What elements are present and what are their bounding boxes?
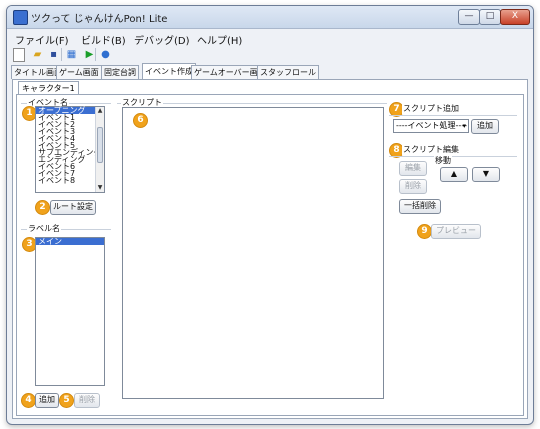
- badge-6: 6: [133, 113, 148, 128]
- scroll-up-icon[interactable]: ▲: [96, 107, 104, 115]
- script-add-label: スクリプト追加: [402, 103, 460, 114]
- title-bar: ツクって じゃんけんPon! Lite — □ X: [7, 6, 533, 29]
- chevron-down-icon: ▾: [462, 122, 466, 130]
- tab-event-create[interactable]: イベント作成: [142, 63, 196, 80]
- app-window: ツクって じゃんけんPon! Lite — □ X ファイル(F) ビルド(B)…: [6, 5, 534, 425]
- tab-staff-roll[interactable]: スタッフロール: [257, 65, 319, 79]
- script-edit-button[interactable]: 編集: [399, 161, 427, 176]
- label-item[interactable]: メイン: [36, 238, 104, 246]
- clear-all-button[interactable]: 一括削除: [399, 199, 441, 214]
- toolbar-separator: [61, 48, 62, 61]
- menu-debug[interactable]: デバッグ(D): [134, 32, 190, 47]
- save-icon[interactable]: ▪: [47, 48, 60, 61]
- move-label: 移動: [434, 155, 452, 166]
- group-line: [389, 156, 517, 157]
- label-delete-button[interactable]: 削除: [74, 393, 100, 408]
- script-delete-button[interactable]: 削除: [399, 179, 427, 194]
- script-edit-label: スクリプト編集: [402, 144, 460, 155]
- minimize-button[interactable]: —: [458, 9, 480, 25]
- tab-character-1[interactable]: キャラクター1: [18, 81, 79, 95]
- script-area[interactable]: 6: [122, 107, 384, 399]
- event-item[interactable]: イベント8: [36, 177, 104, 185]
- label-listbox[interactable]: メイン: [35, 237, 105, 386]
- window-title: ツクって じゃんけんPon! Lite: [31, 14, 168, 25]
- event-scrollbar[interactable]: ▲ ▼: [95, 107, 104, 192]
- scroll-down-icon[interactable]: ▼: [96, 184, 104, 192]
- route-settings-button[interactable]: ルート設定: [50, 200, 96, 215]
- menu-build[interactable]: ビルド(B): [81, 32, 126, 47]
- badge-4: 4: [21, 393, 36, 408]
- label-add-button[interactable]: 追加: [35, 393, 59, 408]
- build-icon[interactable]: ▦: [65, 48, 78, 61]
- script-type-select[interactable]: ----イベント処理---- ▾: [393, 119, 469, 133]
- toolbar-separator: [95, 48, 96, 61]
- tab-game-screen[interactable]: ゲーム画面: [56, 65, 102, 79]
- preview-button[interactable]: プレビュー: [431, 224, 481, 239]
- tab-content: キャラクター1 イベント名 1 オープニング イベント1 イベント2 イベント3…: [12, 79, 528, 419]
- group-line: [389, 115, 517, 116]
- script-add-button[interactable]: 追加: [471, 119, 499, 134]
- move-up-button[interactable]: ▲: [440, 167, 468, 182]
- open-icon[interactable]: ▰: [31, 48, 44, 61]
- tab-fixed-lines[interactable]: 固定台詞: [101, 65, 139, 79]
- scroll-thumb[interactable]: [97, 127, 103, 163]
- badge-5: 5: [59, 393, 74, 408]
- event-listbox[interactable]: オープニング イベント1 イベント2 イベント3 イベント4 イベント5 サブエ…: [35, 106, 105, 193]
- badge-9: 9: [417, 224, 432, 239]
- help-icon[interactable]: ●: [99, 48, 112, 61]
- menu-file[interactable]: ファイル(F): [15, 32, 69, 47]
- new-icon[interactable]: [13, 48, 25, 62]
- menu-bar: ファイル(F) ビルド(B) デバッグ(D) ヘルプ(H): [7, 29, 533, 47]
- label-group-label: ラベル名: [27, 223, 61, 234]
- menu-help[interactable]: ヘルプ(H): [197, 32, 242, 47]
- badge-2: 2: [35, 200, 50, 215]
- maximize-button[interactable]: □: [479, 9, 501, 25]
- script-type-value: ----イベント処理----: [396, 121, 468, 130]
- event-panel: イベント名 1 オープニング イベント1 イベント2 イベント3 イベント4 イ…: [16, 94, 524, 416]
- app-icon: [13, 10, 28, 25]
- move-down-button[interactable]: ▼: [472, 167, 500, 182]
- close-button[interactable]: X: [500, 9, 530, 25]
- toolbar: ▰ ▪ ▦ ▶ ●: [7, 47, 533, 63]
